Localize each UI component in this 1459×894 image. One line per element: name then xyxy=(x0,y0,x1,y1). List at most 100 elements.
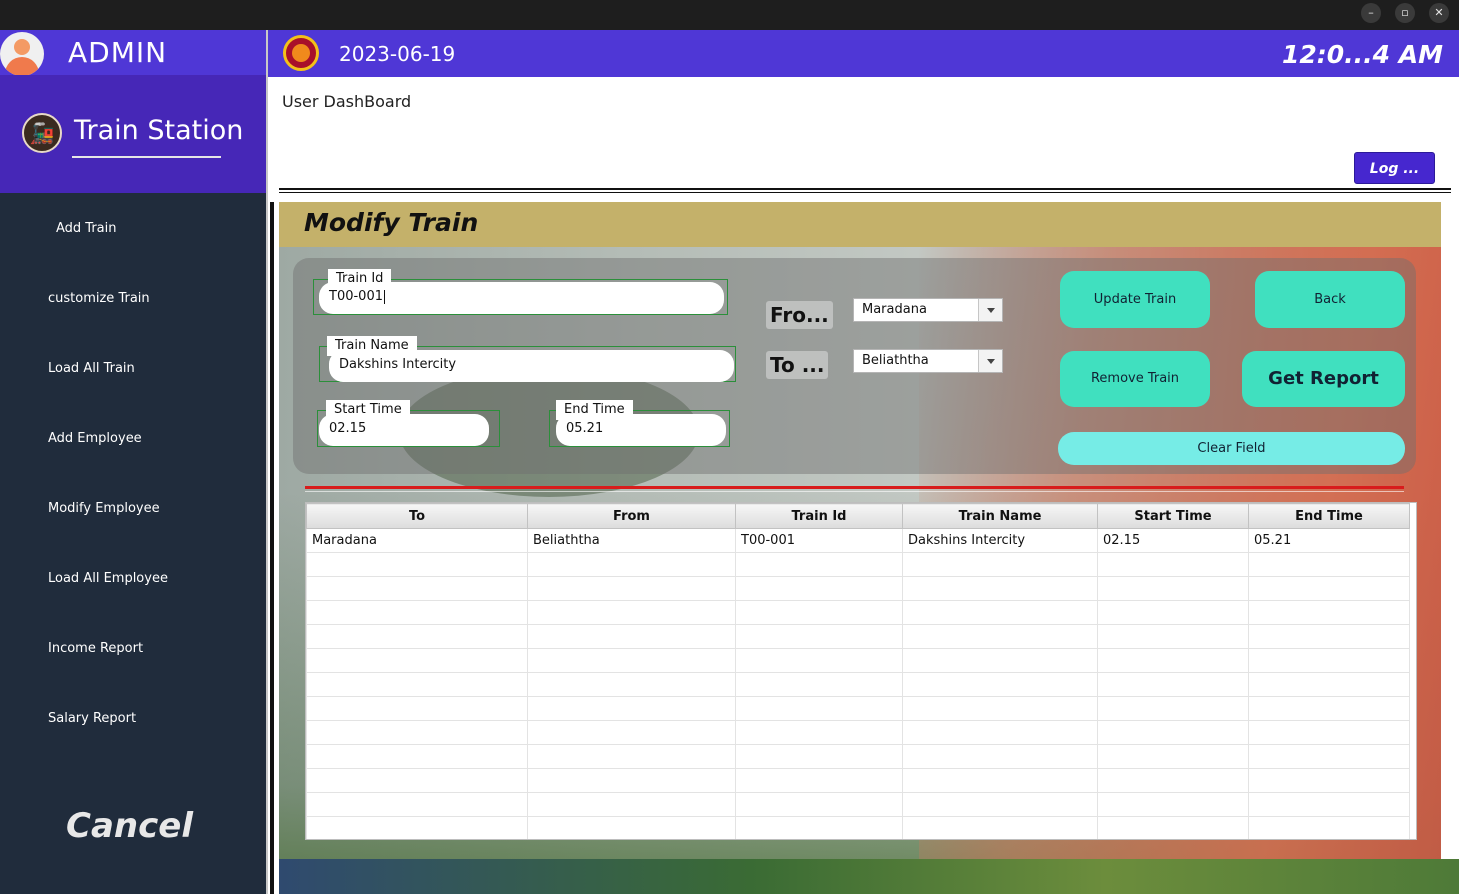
table-cell: T00-001 xyxy=(735,528,903,553)
to-select[interactable]: Beliaththa xyxy=(853,349,1003,373)
table-cell xyxy=(1248,744,1410,769)
table-cell xyxy=(735,648,903,673)
table-cell xyxy=(527,816,736,839)
train-table[interactable]: To From Train Id Train Name Start Time E… xyxy=(305,502,1417,840)
table-cell xyxy=(902,648,1098,673)
table-cell xyxy=(1097,624,1249,649)
window-titlebar: – ▫ ✕ xyxy=(0,0,1459,30)
sidebar-item-load-all-train[interactable]: Load All Train xyxy=(48,361,135,376)
content-left-border xyxy=(270,202,274,894)
table-cell xyxy=(1248,696,1410,721)
empty-table-row xyxy=(306,648,1410,673)
back-button[interactable]: Back xyxy=(1255,271,1405,328)
flag-icon xyxy=(283,35,319,71)
table-cell xyxy=(1097,552,1249,577)
column-header-to[interactable]: To xyxy=(306,503,528,529)
avatar xyxy=(0,32,44,76)
table-cell xyxy=(735,720,903,745)
table-cell xyxy=(902,792,1098,817)
table-cell xyxy=(1097,600,1249,625)
column-header-end-time[interactable]: End Time xyxy=(1248,503,1410,529)
remove-train-button[interactable]: Remove Train xyxy=(1060,351,1210,407)
table-cell xyxy=(306,552,528,577)
table-cell xyxy=(902,696,1098,721)
table-cell xyxy=(735,624,903,649)
column-header-start-time[interactable]: Start Time xyxy=(1097,503,1249,529)
chevron-down-icon[interactable] xyxy=(978,299,1002,321)
empty-table-row xyxy=(306,744,1410,769)
empty-table-row xyxy=(306,576,1410,601)
table-cell xyxy=(735,768,903,793)
log-out-button[interactable]: Log ... xyxy=(1354,152,1435,184)
column-header-from[interactable]: From xyxy=(527,503,736,529)
table-cell xyxy=(306,816,528,839)
table-cell xyxy=(1248,624,1410,649)
train-id-value: T00-001 xyxy=(329,289,383,304)
train-logo-icon: 🚂 xyxy=(22,113,62,153)
table-cell xyxy=(1248,648,1410,673)
page-title: Modify Train xyxy=(304,208,479,237)
top-header: 2023-06-19 12:0...4 AM xyxy=(268,30,1459,77)
station-underline xyxy=(72,156,221,158)
sidebar: ADMIN 🚂 Train Station Add Train customiz… xyxy=(0,30,266,894)
table-cell xyxy=(306,576,528,601)
update-train-button[interactable]: Update Train xyxy=(1060,271,1210,328)
table-cell xyxy=(1248,720,1410,745)
sidebar-item-customize-train[interactable]: customize Train xyxy=(48,291,150,306)
to-label: To ... xyxy=(766,351,829,379)
table-cell: 05.21 xyxy=(1248,528,1410,553)
table-cell xyxy=(902,576,1098,601)
table-cell xyxy=(306,696,528,721)
sidebar-item-add-employee[interactable]: Add Employee xyxy=(48,431,142,446)
table-cell xyxy=(1248,792,1410,817)
empty-table-row xyxy=(306,552,1410,577)
table-cell xyxy=(902,816,1098,839)
column-header-train-name[interactable]: Train Name xyxy=(902,503,1098,529)
text-cursor xyxy=(384,289,385,304)
table-cell xyxy=(902,672,1098,697)
table-cell xyxy=(902,624,1098,649)
table-cell xyxy=(306,624,528,649)
sidebar-item-modify-employee[interactable]: Modify Employee xyxy=(48,501,160,516)
sidebar-item-salary-report[interactable]: Salary Report xyxy=(48,711,136,726)
table-row[interactable]: Maradana Beliaththa T00-001 Dakshins Int… xyxy=(306,528,1410,553)
maximize-icon[interactable]: ▫ xyxy=(1395,3,1415,23)
table-header-row: To From Train Id Train Name Start Time E… xyxy=(306,503,1410,529)
table-cell xyxy=(527,792,736,817)
sidebar-divider xyxy=(266,30,268,894)
table-cell xyxy=(527,744,736,769)
chevron-down-icon[interactable] xyxy=(978,350,1002,372)
table-cell xyxy=(735,552,903,577)
close-icon[interactable]: ✕ xyxy=(1429,3,1449,23)
sidebar-item-load-all-employee[interactable]: Load All Employee xyxy=(48,571,168,586)
column-header-train-id[interactable]: Train Id xyxy=(735,503,903,529)
get-report-button[interactable]: Get Report xyxy=(1242,351,1405,407)
header-divider-thin xyxy=(279,192,1451,193)
table-cell xyxy=(1097,816,1249,839)
from-select[interactable]: Maradana xyxy=(853,298,1003,322)
from-label: Fro... xyxy=(766,301,833,329)
table-cell xyxy=(735,672,903,697)
table-cell xyxy=(1097,576,1249,601)
table-cell xyxy=(527,576,736,601)
sidebar-item-add-train[interactable]: Add Train xyxy=(56,221,117,236)
clear-field-button[interactable]: Clear Field xyxy=(1058,432,1405,465)
table-cell xyxy=(527,624,736,649)
table-cell xyxy=(1097,648,1249,673)
sidebar-item-income-report[interactable]: Income Report xyxy=(48,641,143,656)
train-name-label: Train Name xyxy=(327,336,417,356)
table-cell xyxy=(1248,552,1410,577)
empty-table-row xyxy=(306,768,1410,793)
minimize-icon[interactable]: – xyxy=(1361,3,1381,23)
empty-table-row xyxy=(306,672,1410,697)
table-cell xyxy=(1097,792,1249,817)
section-divider-highlight xyxy=(305,491,1404,492)
station-header: 🚂 Train Station xyxy=(0,75,266,193)
table-cell xyxy=(902,768,1098,793)
table-cell xyxy=(527,696,736,721)
table-cell: Beliaththa xyxy=(527,528,736,553)
date-display: 2023-06-19 xyxy=(339,42,456,66)
from-select-value: Maradana xyxy=(862,302,927,317)
table-cell xyxy=(1097,672,1249,697)
cancel-button[interactable]: Cancel xyxy=(66,806,193,846)
